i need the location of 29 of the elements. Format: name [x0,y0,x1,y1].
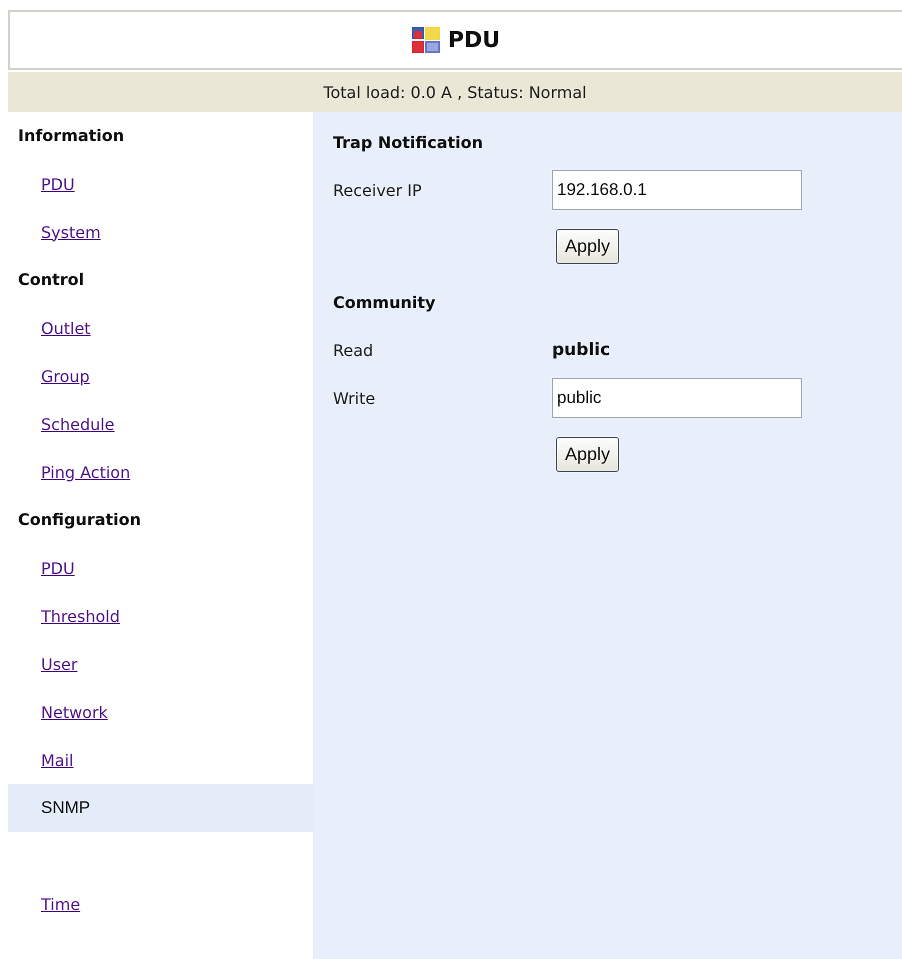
nav-link[interactable]: Network [41,702,108,722]
section-heading: Control [18,269,84,291]
nav-link[interactable]: Group [41,366,90,386]
section-heading: Configuration [18,509,142,531]
nav-link[interactable]: PDU [41,558,75,578]
field-label: Write [333,388,376,408]
page-title: PDU [448,28,500,52]
field-label: Receiver IP [333,180,423,200]
section-heading: Community [333,292,436,312]
section-heading: Trap Notification [333,132,484,152]
apply-button[interactable]: Apply [556,228,620,264]
nav-link[interactable]: Threshold [41,606,120,626]
field-value: public [552,340,610,360]
input-field[interactable]: public [552,378,802,418]
nav-link[interactable]: System [41,222,101,242]
field-label: Read [333,340,374,360]
nav-link[interactable]: Time [41,894,80,914]
status-text: Total load: 0.0 A , Status: Normal [323,82,587,102]
nav-link[interactable]: SNMP [41,798,90,818]
input-field[interactable]: 192.168.0.1 [552,170,802,210]
nav-link[interactable]: PDU [41,174,75,194]
apply-button[interactable]: Apply [556,436,620,472]
logo-icon [412,27,440,53]
nav-link[interactable]: Ping Action [41,462,130,482]
nav-link[interactable]: User [41,654,78,674]
nav-link[interactable]: Outlet [41,318,91,338]
nav-link[interactable]: Mail [41,750,74,770]
section-heading: Information [18,125,124,147]
nav-link[interactable]: Schedule [41,414,115,434]
